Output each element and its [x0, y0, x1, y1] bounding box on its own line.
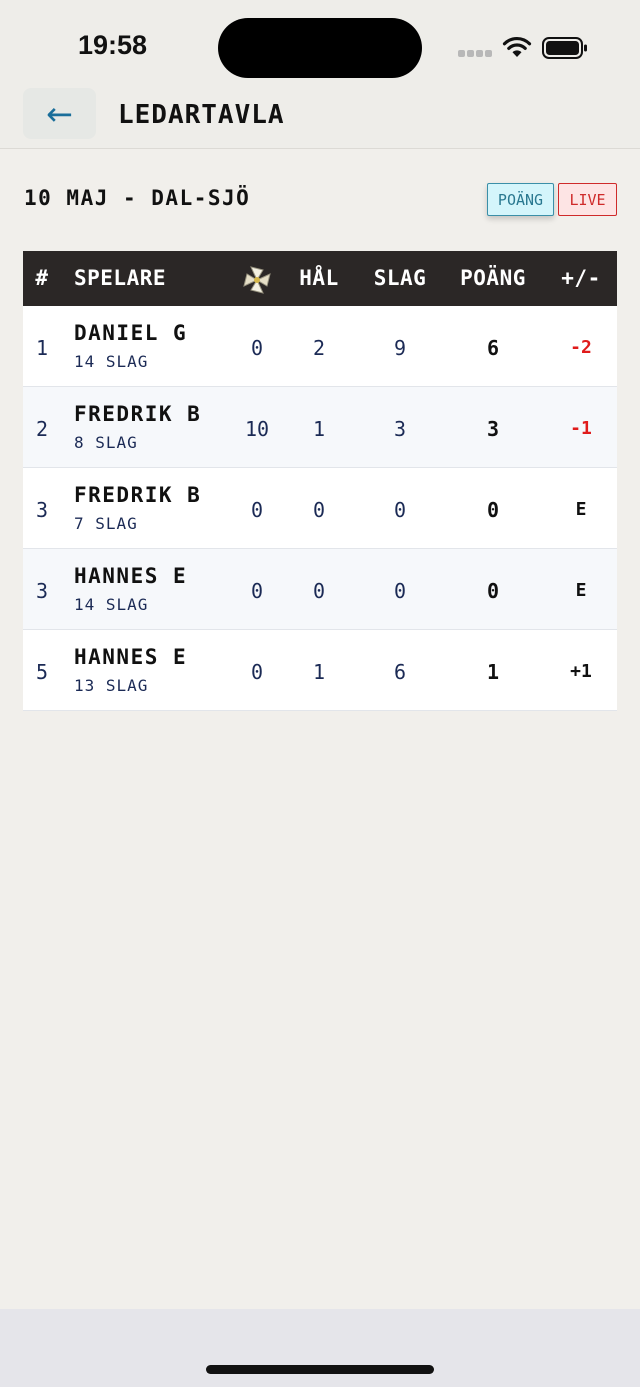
table-row[interactable]: 3 FREDRIK B 7 SLAG 0 0 0 0 E	[23, 468, 617, 549]
header-diff: +/-	[561, 266, 601, 290]
poang-value: 0	[486, 498, 500, 522]
row-rank: 3	[35, 498, 49, 522]
diff-value: E	[575, 580, 587, 601]
cellular-signal-icon	[458, 50, 492, 58]
poang-value: 3	[486, 417, 500, 441]
pinwheel-icon	[239, 264, 275, 301]
back-button[interactable]: ←	[23, 88, 96, 139]
slag-value: 9	[393, 336, 407, 360]
player-name: DANIEL G	[74, 321, 188, 345]
pinwheel-value: 10	[244, 417, 270, 441]
live-toggle-button[interactable]: LIVE	[558, 183, 617, 216]
status-time: 19:58	[78, 30, 148, 60]
back-arrow-icon: ←	[46, 94, 73, 133]
slag-value: 0	[393, 579, 407, 603]
page-title: LEDARTAVLA	[118, 100, 285, 130]
table-header: # SPELARE HÅL SLAG POÄNG +/-	[23, 251, 617, 306]
bottom-bar	[0, 1309, 640, 1387]
diff-value: +1	[570, 661, 592, 682]
home-indicator[interactable]	[206, 1365, 434, 1374]
player-name: HANNES E	[74, 564, 188, 588]
table-row[interactable]: 2 FREDRIK B 8 SLAG 10 1 3 3 -1	[23, 387, 617, 468]
hal-value: 1	[312, 417, 326, 441]
nav-bar: ← LEDARTAVLA	[0, 88, 640, 149]
battery-icon	[542, 37, 587, 59]
row-rank: 5	[35, 660, 49, 684]
hal-value: 0	[312, 498, 326, 522]
diff-value: -2	[570, 337, 592, 358]
player-strokes: 14 SLAG	[74, 352, 149, 371]
wifi-icon	[502, 36, 532, 57]
hal-value: 0	[312, 579, 326, 603]
pinwheel-value: 0	[250, 498, 264, 522]
dynamic-island	[218, 18, 422, 78]
leaderboard-table: # SPELARE HÅL SLAG POÄNG +/- 1 DANIEL G …	[23, 251, 617, 711]
slag-value: 3	[393, 417, 407, 441]
player-strokes: 7 SLAG	[74, 514, 138, 533]
status-bar: 19:58	[0, 0, 640, 88]
row-rank: 3	[35, 579, 49, 603]
poang-value: 6	[486, 336, 500, 360]
slag-value: 6	[393, 660, 407, 684]
table-row[interactable]: 3 HANNES E 14 SLAG 0 0 0 0 E	[23, 549, 617, 630]
pinwheel-value: 0	[250, 579, 264, 603]
table-row[interactable]: 5 HANNES E 13 SLAG 0 1 6 1 +1	[23, 630, 617, 711]
header-hal: HÅL	[299, 266, 339, 290]
header-slag: SLAG	[373, 266, 427, 290]
header-player: SPELARE	[74, 266, 167, 290]
hal-value: 1	[312, 660, 326, 684]
pinwheel-value: 0	[250, 336, 264, 360]
poang-value: 1	[486, 660, 500, 684]
hal-value: 2	[312, 336, 326, 360]
table-row[interactable]: 1 DANIEL G 14 SLAG 0 2 9 6 -2	[23, 306, 617, 387]
pinwheel-value: 0	[250, 660, 264, 684]
player-name: FREDRIK B	[74, 483, 202, 507]
row-rank: 2	[35, 417, 49, 441]
player-name: HANNES E	[74, 645, 188, 669]
player-strokes: 13 SLAG	[74, 676, 149, 695]
diff-value: -1	[570, 418, 592, 439]
player-strokes: 14 SLAG	[74, 595, 149, 614]
player-name: FREDRIK B	[74, 402, 202, 426]
points-toggle-button[interactable]: POÄNG	[487, 183, 554, 216]
diff-value: E	[575, 499, 587, 520]
header-poang: POÄNG	[460, 266, 526, 290]
poang-value: 0	[486, 579, 500, 603]
round-label: 10 MAJ - DAL-SJÖ	[24, 186, 251, 210]
header-rank: #	[35, 266, 49, 290]
slag-value: 0	[393, 498, 407, 522]
player-strokes: 8 SLAG	[74, 433, 138, 452]
row-rank: 1	[35, 336, 49, 360]
